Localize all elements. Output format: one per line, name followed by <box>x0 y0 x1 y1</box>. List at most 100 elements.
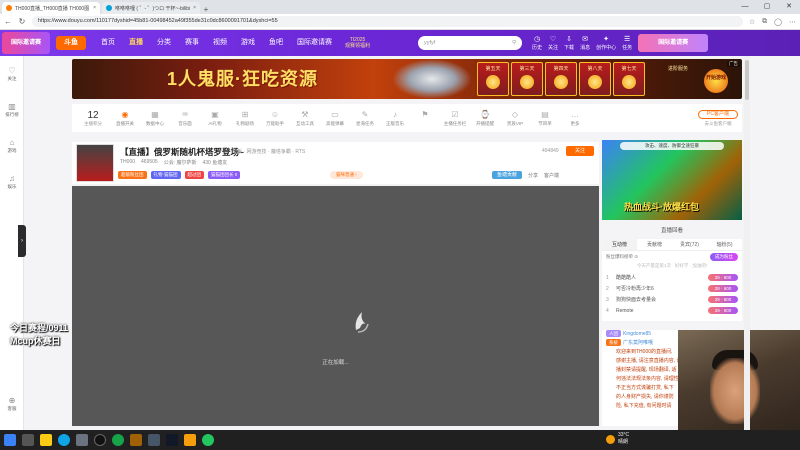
tab-fans[interactable]: 轴粉(5) <box>707 239 742 250</box>
toolbar-item[interactable]: ▦ 数据中心 <box>140 110 170 127</box>
app-icon[interactable] <box>148 434 160 446</box>
start-game-button[interactable]: 开始游戏 <box>704 69 728 93</box>
streamer-name[interactable]: TH000 <box>120 159 135 166</box>
header-history[interactable]: ◷ 历史 <box>532 35 542 51</box>
toolbar-item[interactable]: ▭ 高能弹幕 <box>320 110 350 127</box>
obs-icon[interactable] <box>94 434 106 446</box>
close-tab-icon[interactable]: × <box>93 5 96 11</box>
toolbar-item[interactable]: ⊞ 礼物剧场 <box>230 110 260 127</box>
toolbar-item[interactable]: ◇ 贵族VIP <box>500 110 530 127</box>
client-button[interactable]: 客户端 <box>544 172 559 179</box>
browser-tab[interactable]: 咻咻咻哩 ( ゜- ゜)つロ 干杯~-bilibi × <box>102 2 200 14</box>
sidebar-item-entertainment[interactable]: ♫ 娱乐 <box>0 164 24 200</box>
search-input[interactable]: yyfyf ⚲ <box>418 36 523 50</box>
header-creator[interactable]: ✦ 创作中心 <box>596 35 616 51</box>
list-item[interactable]: 3 狗狗快面去考量会 28 · 600 <box>602 294 742 305</box>
chrome-icon[interactable] <box>112 434 124 446</box>
app-icon[interactable] <box>202 434 214 446</box>
header-download[interactable]: ⇩ 下载 <box>564 35 574 51</box>
list-item[interactable]: 2 可否冷粉再少年6 28 · 600 <box>602 283 742 294</box>
promo-banner-left[interactable]: 国际邀请赛 <box>2 32 50 54</box>
game-ad[interactable]: 攻击、速度、防御全速狂暴 热血战斗·放爆红包 <box>602 140 742 220</box>
sidebar-item-game[interactable]: ⌂ 游戏 <box>0 128 24 164</box>
banner-cta[interactable]: 进阶服务 开始游戏 <box>668 65 734 93</box>
close-tab-icon[interactable]: × <box>193 5 196 11</box>
toolbar-item[interactable]: ▤ 节目单 <box>530 110 560 127</box>
chat-user[interactable]: Kingdome85 <box>623 331 651 337</box>
event-banner[interactable]: 1人鬼服·狂吃资源 第五天 第三天 第四天 第八天 第七天 进阶服务 开始游戏 … <box>72 59 742 99</box>
contribution-button[interactable]: 鱼塘贡献 <box>492 171 522 179</box>
toolbar-item[interactable]: ✎ 星海任务 <box>350 110 380 127</box>
tab-contribution[interactable]: 贡献榜 <box>637 239 672 250</box>
scrollbar-thumb[interactable] <box>745 60 749 100</box>
nav-home[interactable]: 首页 <box>94 30 122 56</box>
new-tab-icon[interactable]: + <box>200 5 212 14</box>
header-task[interactable]: ☰ 任务 <box>622 35 632 51</box>
chat-user[interactable]: 广东莫阿唯哦 <box>623 340 653 346</box>
toolbar-item[interactable]: ⌚ 开播提醒 <box>470 110 500 127</box>
nav-events[interactable]: 赛事 <box>178 30 206 56</box>
nav-video[interactable]: 视频 <box>206 30 234 56</box>
pc-client[interactable]: PC客户端 去斗鱼客户端 <box>698 109 738 127</box>
sidebar-item-rank[interactable]: ▥ 排行榜 <box>0 92 24 128</box>
browser-tab-active[interactable]: TH000直播_TH000直播 TH000图 × <box>2 2 100 14</box>
star-icon[interactable]: ☆ <box>749 18 755 26</box>
header-news[interactable]: ✉ 消息 <box>580 35 590 51</box>
app-icon[interactable] <box>76 434 88 446</box>
sidebar-expand-handle[interactable]: › <box>18 225 26 257</box>
pc-client-button[interactable]: PC客户端 <box>698 109 738 119</box>
minimize-icon[interactable]: — <box>734 0 756 14</box>
tab-interaction[interactable]: 互动榜 <box>602 239 637 250</box>
nav-live[interactable]: 直播 <box>122 30 150 56</box>
edge-icon[interactable] <box>58 434 70 446</box>
replay-link[interactable]: 直播回看 <box>602 226 742 236</box>
profile-icon[interactable]: ◯ <box>774 18 782 26</box>
toolbar-item[interactable]: ⚑ <box>410 110 440 127</box>
toolbar-item[interactable]: ♪ 正版音乐 <box>380 110 410 127</box>
app-icon[interactable] <box>166 434 178 446</box>
nav-category[interactable]: 分类 <box>150 30 178 56</box>
nav-ti[interactable]: 国际邀请赛 <box>290 30 339 56</box>
list-item[interactable]: 4 Remote 28 · 600 <box>602 305 742 316</box>
badge[interactable]: 超级粉丝团 <box>118 171 147 179</box>
toolbar-item[interactable]: ☑ 主播任务栏 <box>440 110 470 127</box>
share-button[interactable]: 分享 <box>528 172 538 179</box>
nav-yuba[interactable]: 鱼吧 <box>262 30 290 56</box>
promo-banner-right[interactable]: 国际邀请赛 <box>638 34 709 52</box>
become-fan-button[interactable]: 成为粉丝 <box>710 253 738 261</box>
nav-games[interactable]: 游戏 <box>234 30 262 56</box>
search-icon[interactable]: ⚲ <box>512 40 516 46</box>
toolbar-item[interactable]: … 更多 <box>560 110 590 127</box>
avatar[interactable] <box>76 144 114 182</box>
extensions-icon[interactable]: ⧉ <box>762 18 767 26</box>
toolbar-item[interactable]: ☺ 万能助手 <box>260 110 290 127</box>
page-scrollbar[interactable] <box>744 56 750 430</box>
url-input[interactable]: https://www.douyu.com/110177dyshid=45b81… <box>32 16 743 27</box>
weather-widget[interactable]: 33°C 晴朗 <box>606 432 629 446</box>
toolbar-item[interactable]: ⚒ 互动工具 <box>290 110 320 127</box>
refresh-icon[interactable]: ↻ <box>18 17 26 26</box>
stream-tag[interactable]: 猫咪普通 › <box>330 171 363 179</box>
follow-button[interactable]: 关注 <box>566 146 594 156</box>
list-item[interactable]: 1 酷酷酷人 28 · 600 <box>602 272 742 283</box>
anchor-points[interactable]: 12 主播积分 <box>76 110 110 127</box>
badge[interactable]: 猫猫团团长 0 <box>208 171 241 179</box>
sidebar-item-support[interactable]: ⊕ 客服 <box>0 386 24 422</box>
toolbar-item[interactable]: ▣ AI礼物 <box>200 110 230 127</box>
site-logo[interactable]: 斗鱼 <box>56 36 86 50</box>
tab-vip[interactable]: 贵宾(72) <box>672 239 707 250</box>
maximize-icon[interactable]: ▢ <box>756 0 778 14</box>
close-window-icon[interactable]: ✕ <box>778 0 800 14</box>
video-player[interactable]: 正在加载... <box>72 186 599 426</box>
stream-category[interactable]: 单板 · 网游竞技 · 魔塔争霸 · RTS <box>232 148 305 155</box>
app-icon[interactable] <box>184 434 196 446</box>
toolbar-item[interactable]: ♒ 音乐面 <box>170 110 200 127</box>
windows-start-icon[interactable] <box>4 434 16 446</box>
ti-badge[interactable]: TI2025 观赛领福利 <box>345 37 370 49</box>
file-explorer-icon[interactable] <box>40 434 52 446</box>
menu-icon[interactable]: ⋯ <box>789 18 796 26</box>
game-app-icon[interactable] <box>130 434 142 446</box>
sidebar-item-follow[interactable]: ♡ 关注 <box>0 56 24 92</box>
task-view-icon[interactable] <box>22 434 34 446</box>
badge[interactable]: 超过团 <box>184 171 204 179</box>
